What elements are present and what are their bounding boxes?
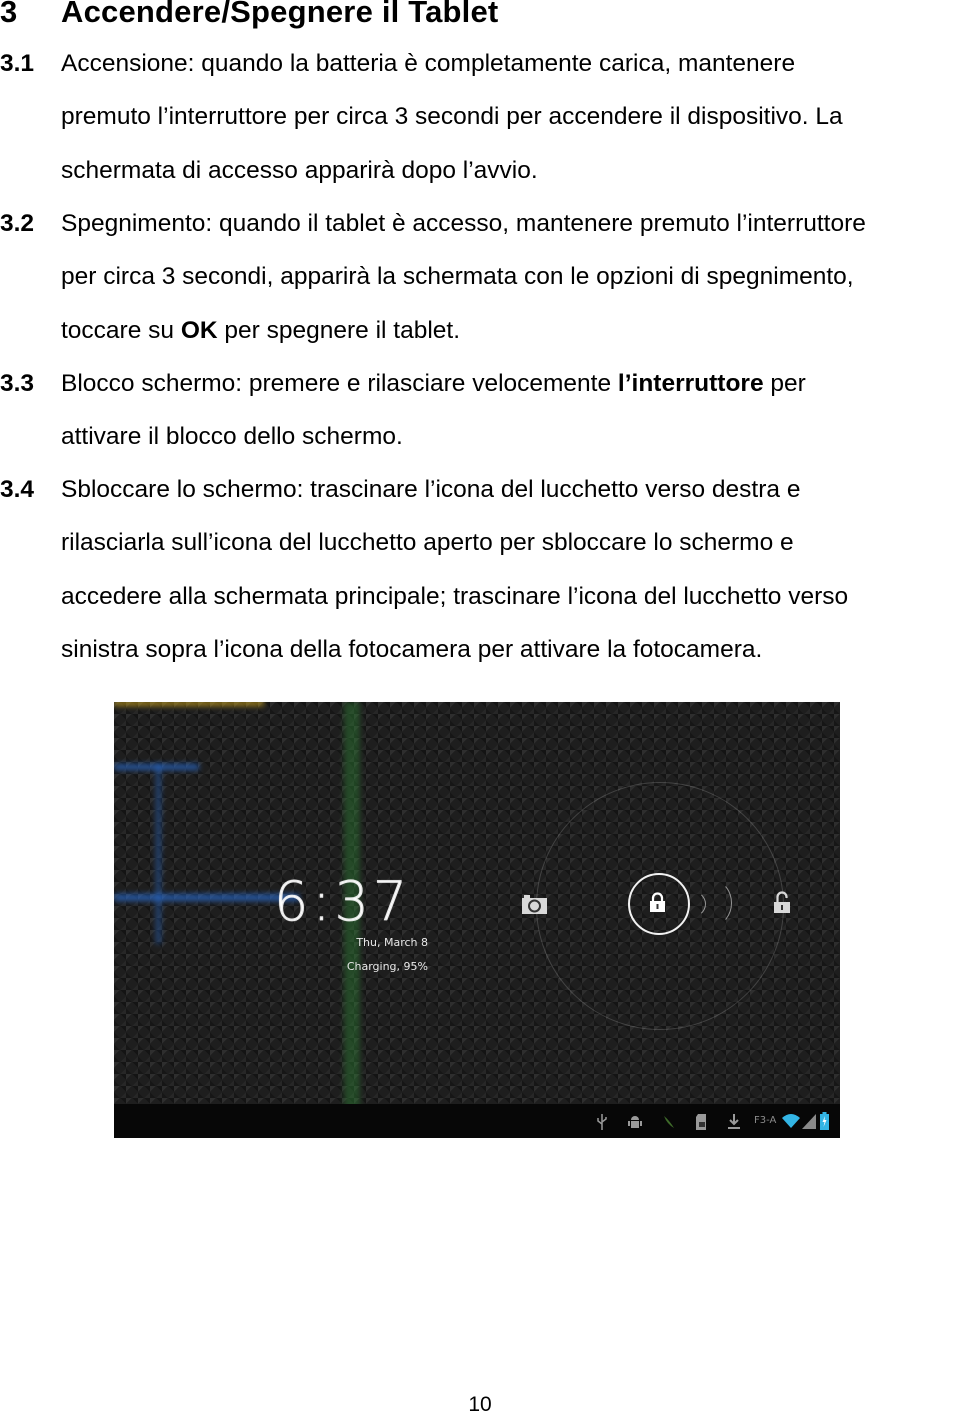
text-run: schermata di accesso apparirà dopo l’avv… — [61, 156, 538, 184]
leaf-icon — [664, 1116, 674, 1128]
section-text: Spegnimento: quando il tablet è accesso,… — [61, 210, 866, 238]
section-text: premuto l’interruttore per circa 3 secon… — [61, 103, 843, 131]
section-text: attivare il blocco dello schermo. — [61, 423, 403, 451]
text-run: premuto l’interruttore per circa 3 secon… — [61, 103, 843, 131]
text-run: Blocco schermo: premere e rilasciare vel… — [61, 370, 618, 397]
unlock-icon[interactable] — [773, 891, 791, 914]
chapter-title: Accendere/Spegnere il Tablet — [61, 0, 499, 29]
text-run: Spegnimento: quando il tablet è accesso,… — [61, 210, 866, 237]
section-text: rilasciarla sull’icona del lucchetto ape… — [61, 529, 794, 557]
android-debug-icon — [628, 1116, 642, 1128]
section-text: Sbloccare lo schermo: trascinare l’icona… — [61, 476, 800, 504]
wifi-icon — [782, 1114, 800, 1128]
text-run: Sbloccare lo schermo: trascinare l’icona… — [61, 476, 801, 503]
camera-icon[interactable] — [522, 895, 548, 915]
text-run: per — [763, 370, 806, 397]
section-text: Blocco schermo: premere e rilasciare vel… — [61, 370, 806, 398]
lock-clock: 6:37 — [274, 870, 412, 934]
section-text: per circa 3 secondi, apparirà la scherma… — [61, 263, 854, 291]
signal-icon — [802, 1114, 816, 1129]
text-run: attivare il blocco dello schermo. — [61, 423, 403, 451]
wallpaper-glow-blue-h2 — [114, 894, 299, 901]
wallpaper-glow-yellow — [114, 702, 264, 706]
section-text: sinistra sopra l’icona della fotocamera … — [61, 636, 762, 664]
usb-icon — [597, 1114, 607, 1130]
text-run: per circa 3 secondi, apparirà la scherma… — [61, 263, 854, 291]
network-label: F3-A — [754, 1115, 777, 1126]
text-run: accedere alla schermata principale; tras… — [61, 582, 849, 610]
text-run: sinistra sopra l’icona della fotocamera … — [61, 635, 763, 663]
section-text: toccare su OK per spegnere il tablet. — [61, 317, 460, 345]
charging-status: Charging, 95% — [346, 960, 428, 973]
download-icon — [728, 1114, 740, 1129]
chapter-number: 3 — [0, 0, 18, 29]
lock-icon[interactable] — [649, 892, 666, 913]
section-number: 3.2 — [0, 210, 35, 237]
pulse-arc-2 — [694, 880, 732, 926]
sd-card-icon — [696, 1114, 706, 1130]
lockscreen-screenshot: 6:37 Thu, March 8 Charging, 95% F3-A — [114, 702, 840, 1138]
battery-charging-icon — [820, 1112, 829, 1130]
section-text: Accensione: quando la batteria è complet… — [61, 50, 795, 78]
section-number: 3.3 — [0, 370, 35, 397]
section-text: schermata di accesso apparirà dopo l’avv… — [61, 157, 538, 185]
bold-text: OK — [180, 316, 218, 344]
status-bar: F3-A — [114, 1104, 840, 1138]
text-run: Accensione: quando la batteria è complet… — [61, 50, 796, 77]
bold-text: l’interruttore — [617, 370, 764, 397]
section-number: 3.4 — [0, 476, 35, 503]
page-number: 10 — [468, 1393, 492, 1416]
text-run: toccare su — [61, 316, 181, 344]
section-text: accedere alla schermata principale; tras… — [61, 583, 848, 611]
text-run: rilasciarla sull’icona del lucchetto ape… — [61, 529, 794, 557]
wallpaper-glow-blue-v — [156, 764, 161, 944]
text-run: per spegnere il tablet. — [217, 316, 461, 344]
section-number: 3.1 — [0, 50, 35, 77]
lock-date: Thu, March 8 — [356, 936, 428, 949]
